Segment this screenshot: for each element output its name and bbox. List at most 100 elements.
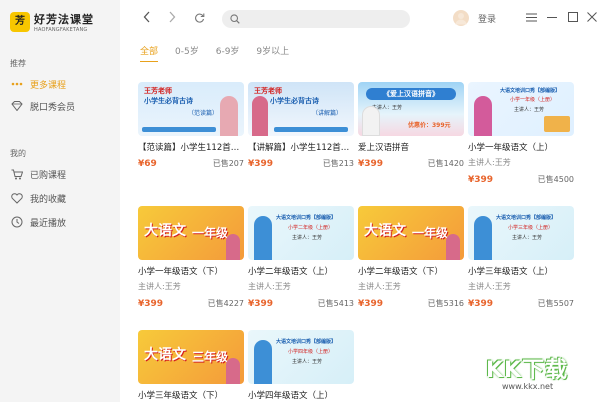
banner-text: 一年级 xyxy=(192,226,229,240)
teacher-figure xyxy=(220,96,238,136)
course-thumbnail: 大语文培训口秀【部编版】 小学三年级（上册） 主讲人：王芳 xyxy=(468,206,574,260)
forward-button[interactable] xyxy=(165,10,179,24)
search-icon xyxy=(230,14,240,24)
cart-icon xyxy=(10,167,24,181)
course-price: ¥399 xyxy=(468,299,494,309)
course-price: ¥399 xyxy=(138,299,164,309)
sidebar-item-label: 我的收藏 xyxy=(30,194,67,205)
course-price: ¥399 xyxy=(358,299,384,309)
sidebar-item-purchased[interactable]: 已购课程 xyxy=(10,166,115,182)
teacher-figure xyxy=(254,216,272,260)
banner-text: （讲解篇） xyxy=(312,110,343,117)
sidebar-item-more-courses[interactable]: 更多课程 xyxy=(10,76,115,92)
banner-text: 王芳老师 xyxy=(254,87,282,95)
course-thumbnail: 大语文培训口秀【部编版】 小学一年级（上册） 主讲人：王芳 xyxy=(468,82,574,136)
close-button[interactable] xyxy=(586,11,598,23)
course-title: 小学一年级语文（下） xyxy=(138,267,224,276)
diamond-icon xyxy=(10,99,24,113)
course-thumbnail: 王芳老师 小学生必背古诗 （范读篇） xyxy=(138,82,244,136)
banner-text: 主讲人：王芳 xyxy=(292,359,323,365)
search-input[interactable] xyxy=(244,14,394,24)
course-sold-count: 已售4227 xyxy=(207,299,244,308)
course-title: 爱上汉语拼音 xyxy=(358,143,410,152)
book-graphic xyxy=(544,116,570,132)
app-subtitle: HAOFANGFAKETANG xyxy=(34,27,88,33)
watermark-url: www.kkx.net xyxy=(502,382,554,391)
course-card[interactable]: 王芳老师 小学生必背古诗 （讲解篇） 【讲解篇】小学生112首… ¥399 已售… xyxy=(248,82,354,169)
watermark-text: KK下载 xyxy=(486,358,569,383)
sidebar-item-talkshow-member[interactable]: 脱口秀会员 xyxy=(10,98,115,114)
course-thumbnail: 大语文 三年级 xyxy=(138,330,244,384)
app-name: 好芳法课堂 xyxy=(34,13,94,26)
course-card[interactable]: 王芳老师 小学生必背古诗 （范读篇） 【范读篇】小学生112首… ¥69 已售2… xyxy=(138,82,244,169)
banner-text: 大语文培训口秀【部编版】 xyxy=(276,339,337,345)
sidebar-item-favorites[interactable]: 我的收藏 xyxy=(10,190,115,206)
heart-icon xyxy=(10,191,24,205)
banner-text: 小学生必背古诗 xyxy=(144,97,193,105)
avatar[interactable] xyxy=(453,10,469,26)
login-link[interactable]: 登录 xyxy=(478,12,496,25)
section-recommend-label: 推荐 xyxy=(10,59,26,68)
course-title: 小学三年级语文（下） xyxy=(138,391,224,400)
banner-text: 主讲人：王芳 xyxy=(514,107,545,113)
course-card[interactable]: 大语文 三年级 小学三年级语文（下） xyxy=(138,330,244,400)
clock-icon xyxy=(10,215,24,229)
course-card[interactable]: 大语文培训口秀【部编版】 小学一年级（上册） 主讲人：王芳 小学一年级语文（上）… xyxy=(468,82,574,185)
refresh-button[interactable] xyxy=(192,10,206,24)
close-icon xyxy=(587,12,597,22)
search-box[interactable] xyxy=(222,10,410,28)
banner-text: 大语文培训口秀【部编版】 xyxy=(500,88,561,94)
banner-text: 一年级 xyxy=(412,226,449,240)
sidebar-item-label: 最近播放 xyxy=(30,218,67,229)
course-card[interactable]: 大语文培训口秀【部编版】 小学三年级（上册） 主讲人：王芳 小学三年级语文（上）… xyxy=(468,206,574,309)
course-thumbnail: 大语文培训口秀【部编版】 小学二年级（上册） 主讲人：王芳 xyxy=(248,206,354,260)
course-sold-count: 已售207 xyxy=(212,159,244,168)
menu-icon xyxy=(525,13,537,21)
banner-stripe xyxy=(274,127,348,132)
minimize-icon xyxy=(547,17,557,18)
banner-text: 大语文 xyxy=(364,223,406,239)
course-title: 【讲解篇】小学生112首… xyxy=(248,143,350,152)
course-card[interactable]: 《爱上汉语拼音》 主讲人：王芳 优惠价：399元 爱上汉语拼音 ¥399 已售1… xyxy=(358,82,464,169)
top-bar: 登录 xyxy=(120,0,600,36)
minimize-button[interactable] xyxy=(546,11,558,23)
teacher-figure xyxy=(252,96,268,136)
banner-stripe xyxy=(142,127,216,132)
course-author: 主讲人:王芳 xyxy=(248,282,291,291)
menu-button[interactable] xyxy=(525,11,537,23)
course-thumbnail: 大语文 一年级 xyxy=(358,206,464,260)
tab-0-5[interactable]: 0-5岁 xyxy=(175,46,199,62)
user-icon xyxy=(455,13,467,25)
banner-text: 小学生必背古诗 xyxy=(270,97,319,105)
chevron-left-icon xyxy=(143,11,150,23)
banner-text: 小学四年级（上册） xyxy=(288,349,334,355)
teacher-figure xyxy=(254,340,272,384)
teacher-figure xyxy=(474,96,492,136)
course-price: ¥69 xyxy=(138,159,157,169)
course-card[interactable]: 大语文 一年级 小学一年级语文（下） 主讲人:王芳 ¥399 已售4227 xyxy=(138,206,244,309)
tab-6-9[interactable]: 6-9岁 xyxy=(216,46,240,62)
sidebar-item-recent[interactable]: 最近播放 xyxy=(10,214,115,230)
tab-all[interactable]: 全部 xyxy=(140,46,159,62)
course-card[interactable]: 大语文 一年级 小学二年级语文（下） 主讲人:王芳 ¥399 已售5316 xyxy=(358,206,464,309)
maximize-button[interactable] xyxy=(567,11,579,23)
section-mine-label: 我的 xyxy=(10,149,26,158)
course-thumbnail: 王芳老师 小学生必背古诗 （讲解篇） xyxy=(248,82,354,136)
sidebar-item-label: 已购课程 xyxy=(30,170,67,181)
back-button[interactable] xyxy=(140,10,154,24)
course-price: ¥399 xyxy=(248,159,274,169)
tab-9-plus[interactable]: 9岁以上 xyxy=(256,46,289,62)
course-title: 小学一年级语文（上） xyxy=(468,143,554,152)
banner-text: 王芳老师 xyxy=(144,87,172,95)
course-author: 主讲人:王芳 xyxy=(138,282,181,291)
course-card[interactable]: 大语文培训口秀【部编版】 小学四年级（上册） 主讲人：王芳 小学四年级语文（上） xyxy=(248,330,354,400)
course-card[interactable]: 大语文培训口秀【部编版】 小学二年级（上册） 主讲人：王芳 小学二年级语文（上）… xyxy=(248,206,354,309)
course-sold-count: 已售5316 xyxy=(427,299,464,308)
teacher-figure xyxy=(226,234,240,260)
refresh-icon xyxy=(194,13,204,23)
sidebar-item-label: 更多课程 xyxy=(30,80,67,91)
course-thumbnail: 大语文培训口秀【部编版】 小学四年级（上册） 主讲人：王芳 xyxy=(248,330,354,384)
course-author: 主讲人:王芳 xyxy=(468,158,511,167)
banner-text: 大语文培训口秀【部编版】 xyxy=(276,215,337,221)
banner-text: 小学一年级（上册） xyxy=(510,97,556,103)
